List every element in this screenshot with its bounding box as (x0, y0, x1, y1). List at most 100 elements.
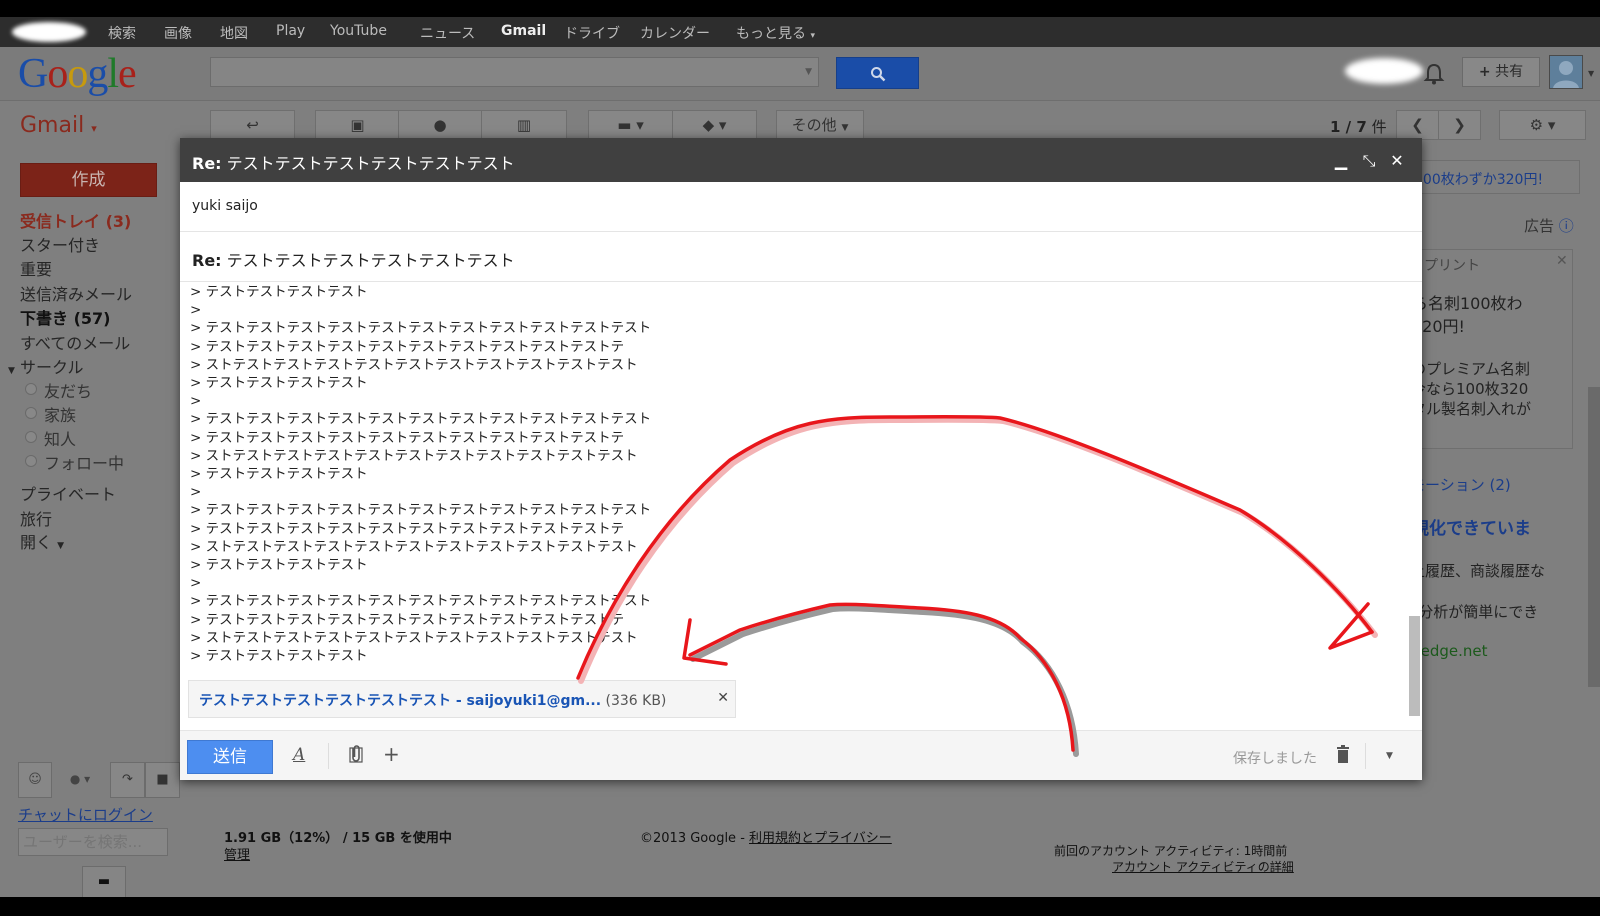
sidebar-item-sent[interactable]: 送信済みメール (20, 281, 132, 305)
attachment-chip[interactable]: テストテストテストテストテストテスト - saijoyuki1@gm... (3… (188, 680, 736, 718)
sidebar-item-travel[interactable]: 旅行 (20, 506, 52, 530)
quoted-line: > ストテストテストテストテストテストテストテストテストテストテスト (190, 447, 638, 464)
circle-icon (25, 455, 37, 467)
formatting-icon[interactable]: A (293, 745, 305, 765)
avatar[interactable] (1549, 55, 1583, 89)
compose-title-bar[interactable]: Re: テストテストテストテストテストテスト (180, 138, 1422, 182)
terms-link[interactable]: 利用規約とプライバシー (749, 831, 892, 846)
send-button[interactable]: 送信 (187, 740, 273, 774)
quoted-line: > テストテストテストテストテストテストテストテストテストテストテスト (190, 320, 652, 337)
nav-play[interactable]: Play (276, 23, 305, 39)
search-button[interactable] (836, 57, 919, 89)
bottom-black-strip (0, 897, 1600, 916)
share-button[interactable]: + 共有 (1462, 57, 1540, 87)
phone-icon[interactable]: ↷ (110, 762, 145, 798)
promo-url[interactable]: owledge.net (1395, 642, 1585, 660)
compose-window: Re: テストテストテストテストテストテスト ▁ ⤡ ✕ yuki saijo … (180, 138, 1422, 780)
promo-label[interactable]: ロモーション (2) (1395, 474, 1585, 495)
older-button[interactable]: ❮ (1396, 110, 1439, 140)
settings-button[interactable]: ⚙ ▾ (1499, 110, 1586, 140)
subject-field[interactable]: Re: テストテストテストテストテストテスト (180, 232, 1422, 282)
attach-file-icon[interactable] (349, 745, 363, 768)
chevron-down-icon: ▾ (810, 31, 815, 41)
sidebar-item-inbox[interactable]: 受信トレイ (3) (20, 208, 131, 232)
delete-button[interactable]: ▥ (481, 110, 567, 140)
person-icon[interactable]: ☺ (18, 762, 52, 798)
circle-icon (25, 407, 37, 419)
nav-more[interactable]: もっと見る ▾ (736, 23, 815, 43)
attachment-name[interactable]: テストテストテストテストテストテスト - saijoyuki1@gm... (199, 693, 601, 709)
sidebar-item-drafts[interactable]: 下書き (57) (20, 305, 110, 329)
chevron-down-icon: ▼ (841, 123, 849, 133)
sidebar-item-following[interactable]: フォロー中 (44, 450, 124, 474)
quoted-line: > (190, 302, 202, 319)
close-icon[interactable]: ✕ (1556, 253, 1568, 269)
plus-icon[interactable]: + (383, 742, 400, 766)
chevron-down-icon[interactable]: ▼ (1386, 751, 1393, 761)
sidebar-item-friends[interactable]: 友だち (44, 378, 92, 402)
sidebar-item-circles[interactable]: ▼ サークル (8, 354, 84, 378)
sidebar-item-all-mail[interactable]: すべてのメール (20, 330, 130, 354)
info-icon[interactable]: ⓘ (1559, 217, 1574, 235)
nav-drive[interactable]: ドライブ (564, 23, 620, 43)
nav-images[interactable]: 画像 (164, 23, 192, 43)
gmail-app-menu[interactable]: Gmail ▾ (20, 113, 97, 138)
manage-link[interactable]: 管理 (224, 844, 250, 863)
quoted-line: > (190, 393, 202, 410)
sidebar-item-open[interactable]: 開く ▼ (20, 529, 64, 553)
nav-news[interactable]: ニュース (420, 23, 475, 43)
quoted-line: > (190, 484, 202, 501)
newer-button[interactable]: ❯ (1438, 110, 1481, 140)
chevron-down-icon[interactable]: ▼ (805, 67, 812, 77)
sidebar-item-private[interactable]: プライベート (20, 481, 116, 505)
minimize-icon[interactable]: ▁ (1332, 151, 1350, 170)
tag-icon: ◆ ▾ (702, 116, 727, 134)
compose-button[interactable]: 作成 (20, 163, 157, 197)
move-to-button[interactable]: ▬ ▾ (588, 110, 673, 140)
status-dropdown[interactable]: ● ▾ (56, 762, 104, 798)
logo-letter: l (107, 51, 119, 97)
quoted-line: > テストテストテストテストテストテストテストテストテストテストテスト (190, 502, 652, 519)
spam-button[interactable]: ● (398, 110, 482, 140)
redacted-username-blur (12, 22, 86, 42)
video-icon[interactable]: ■ (145, 762, 180, 798)
bell-icon[interactable] (1423, 62, 1445, 86)
labels-button[interactable]: ◆ ▾ (672, 110, 757, 140)
folder-icon: ▬ ▾ (617, 116, 644, 134)
nav-youtube[interactable]: YouTube (330, 23, 387, 39)
quoted-line: > テストテストテストテスト (190, 284, 368, 300)
trash-icon[interactable] (1336, 745, 1350, 768)
recipient-field[interactable]: yuki saijo (180, 182, 1422, 232)
page-scrollbar[interactable] (1588, 387, 1600, 687)
nav-gmail[interactable]: Gmail (501, 23, 546, 39)
nav-maps[interactable]: 地図 (220, 23, 248, 43)
copyright: ©2013 Google - 利用規約とプライバシー (640, 831, 892, 846)
sidebar-item-important[interactable]: 重要 (20, 256, 52, 280)
archive-button[interactable]: ▣ (315, 110, 400, 140)
nav-search[interactable]: 検索 (108, 23, 136, 43)
remove-attachment-icon[interactable]: ✕ (717, 690, 729, 706)
reply-button[interactable]: ↩ (210, 110, 295, 140)
quoted-line: > テストテストテストテスト (190, 466, 368, 483)
sidebar-item-starred[interactable]: スター付き (20, 232, 100, 256)
quoted-line: > テストテストテストテストテストテストテストテストテストテストテスト (190, 411, 652, 428)
sidebar-item-acquaintances[interactable]: 知人 (44, 426, 76, 450)
promo-title[interactable]: 可視化できていま (1395, 514, 1585, 539)
chevron-down-icon: ▼ (57, 541, 65, 551)
google-logo[interactable]: Google (18, 50, 137, 98)
quoted-line: > テストテストテストテストテストテストテストテストテストテストテ (190, 429, 625, 446)
body-scrollbar[interactable] (1409, 616, 1420, 716)
more-button[interactable]: その他 ▼ (776, 110, 864, 140)
pop-out-icon[interactable]: ⤡ (1360, 151, 1378, 171)
search-input[interactable]: ▼ (210, 57, 819, 87)
nav-calendar[interactable]: カレンダー (640, 23, 710, 43)
chat-bubble-icon[interactable]: ▬ (82, 866, 126, 897)
sidebar-item-family[interactable]: 家族 (44, 402, 76, 426)
activity-details-link[interactable]: アカウント アクティビティの詳細 (1112, 858, 1294, 875)
ad-top-banner[interactable]: 刺100枚わずか320円! (1395, 160, 1580, 194)
chevron-down-icon[interactable]: ▼ (1588, 69, 1594, 78)
close-icon[interactable]: ✕ (1388, 151, 1406, 170)
chat-login-link[interactable]: チャットにログイン (18, 804, 153, 825)
user-search-input[interactable] (18, 828, 168, 856)
reply-icon: ↩ (246, 116, 259, 134)
